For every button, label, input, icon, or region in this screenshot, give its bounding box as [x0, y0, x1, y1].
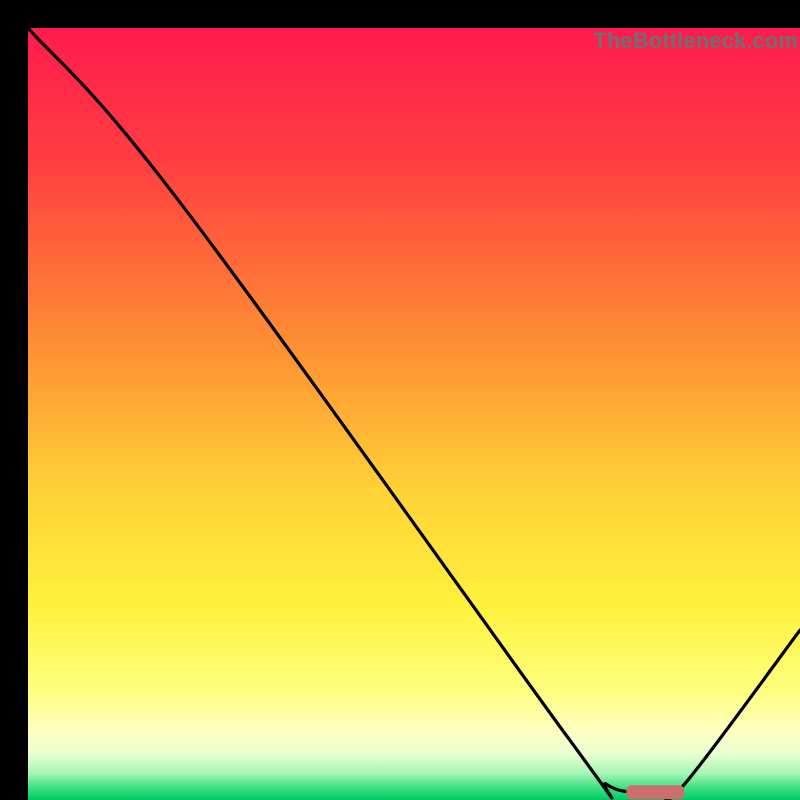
optimal-range-marker — [626, 785, 684, 799]
chart-frame: TheBottleneck.com — [0, 0, 800, 800]
bottleneck-curve — [28, 28, 800, 800]
watermark-text: TheBottleneck.com — [593, 28, 798, 54]
plot-area: TheBottleneck.com — [28, 28, 800, 800]
chart-svg — [28, 28, 800, 800]
